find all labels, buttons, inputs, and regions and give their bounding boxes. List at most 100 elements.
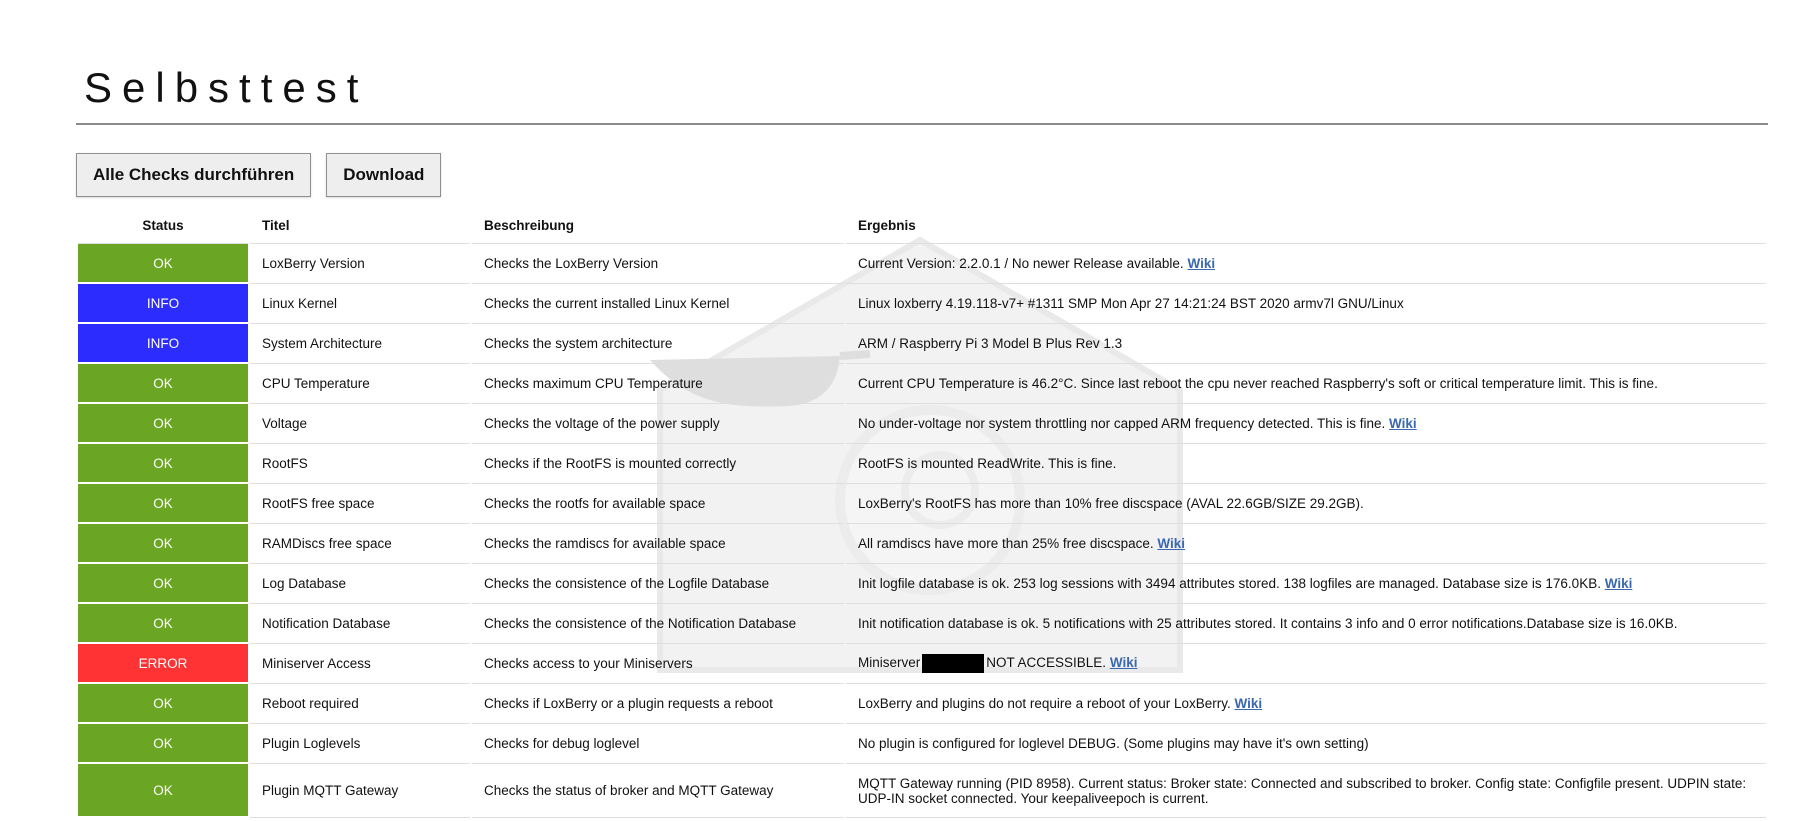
table-row: OK Plugin MQTT Gateway Checks the status o… (78, 764, 1766, 818)
result-suffix: NOT ACCESSIBLE. (986, 655, 1107, 671)
result-text: Current Version: 2.2.0.1 / No newer Rele… (858, 256, 1184, 271)
status-badge: OK (78, 444, 248, 484)
table-header-row: Status Titel Beschreibung Ergebnis (78, 207, 1766, 244)
wiki-link[interactable]: Wiki (1389, 416, 1417, 431)
table-row: OK Plugin Loglevels Checks for debug logle… (78, 724, 1766, 764)
check-result: Miniserver NOT ACCESSIBLE. Wiki (846, 644, 1766, 684)
column-header-result: Ergebnis (846, 207, 1766, 244)
table-row: INFO Linux Kernel Checks the current insta… (78, 284, 1766, 324)
check-title: CPU Temperature (250, 364, 470, 404)
result-text: MQTT Gateway running (PID 8958). Current… (858, 775, 1747, 806)
result-text: No under-voltage nor system throttling n… (858, 416, 1386, 431)
check-result: LoxBerry and plugins do not require a re… (846, 684, 1766, 724)
check-description: Checks for debug loglevel (472, 724, 844, 764)
table-row: OK RAMDiscs free space Checks the ramdiscs… (78, 524, 1766, 564)
check-description: Checks if the RootFS is mounted correctl… (472, 444, 844, 484)
result-text: All ramdiscs have more than 25% free dis… (858, 536, 1154, 551)
check-title: RAMDiscs free space (250, 524, 470, 564)
check-title: RootFS free space (250, 484, 470, 524)
check-result: No plugin is configured for loglevel DEB… (846, 724, 1766, 764)
toolbar: Alle Checks durchführen Download (76, 153, 442, 197)
check-description: Checks the status of broker and MQTT Gat… (472, 764, 844, 818)
result-text: ARM / Raspberry Pi 3 Model B Plus Rev 1.… (858, 336, 1123, 351)
result-text: Init logfile database is ok. 253 log ses… (858, 576, 1601, 591)
status-badge: OK (78, 244, 248, 284)
result-text: Linux loxberry 4.19.118-v7+ #1311 SMP Mo… (858, 296, 1404, 311)
check-result: Current Version: 2.2.0.1 / No newer Rele… (846, 244, 1766, 284)
result-text: Miniserver (858, 655, 921, 671)
status-badge: OK (78, 684, 248, 724)
redacted-miniserver-name (922, 654, 985, 673)
wiki-link[interactable]: Wiki (1187, 256, 1215, 271)
check-title: Notification Database (250, 604, 470, 644)
table-row: OK RootFS Checks if the RootFS is mounted … (78, 444, 1766, 484)
wiki-link[interactable]: Wiki (1605, 576, 1633, 591)
check-result: All ramdiscs have more than 25% free dis… (846, 524, 1766, 564)
status-badge: INFO (78, 284, 248, 324)
check-description: Checks if LoxBerry or a plugin requests … (472, 684, 844, 724)
check-title: Reboot required (250, 684, 470, 724)
table-row: OK Log Database Checks the consistence of … (78, 564, 1766, 604)
status-badge: ERROR (78, 644, 248, 684)
table-row: OK RootFS free space Checks the rootfs for… (78, 484, 1766, 524)
column-header-status: Status (78, 207, 248, 244)
check-title: Voltage (250, 404, 470, 444)
result-text: No plugin is configured for loglevel DEB… (858, 736, 1369, 751)
check-description: Checks the consistence of the Notificati… (472, 604, 844, 644)
status-badge: OK (78, 524, 248, 564)
status-badge: OK (78, 564, 248, 604)
run-all-checks-button[interactable]: Alle Checks durchführen (76, 153, 312, 197)
result-text: LoxBerry's RootFS has more than 10% free… (858, 496, 1364, 511)
wiki-link[interactable]: Wiki (1110, 655, 1138, 670)
table-row: ERROR Miniserver Access Checks access to y… (78, 644, 1766, 684)
check-description: Checks access to your Miniservers (472, 644, 844, 684)
check-result: Init notification database is ok. 5 noti… (846, 604, 1766, 644)
table-row: OK Reboot required Checks if LoxBerry or a… (78, 684, 1766, 724)
check-description: Checks the ramdiscs for available space (472, 524, 844, 564)
check-description: Checks the LoxBerry Version (472, 244, 844, 284)
page-title: Selbsttest (84, 64, 369, 111)
check-description: Checks maximum CPU Temperature (472, 364, 844, 404)
wiki-link[interactable]: Wiki (1157, 536, 1185, 551)
status-badge: OK (78, 404, 248, 444)
check-description: Checks the system architecture (472, 324, 844, 364)
result-text: LoxBerry and plugins do not require a re… (858, 696, 1231, 711)
check-description: Checks the voltage of the power supply (472, 404, 844, 444)
check-title: Plugin MQTT Gateway (250, 764, 470, 818)
download-button[interactable]: Download (326, 153, 442, 197)
table-row: OK Notification Database Checks the consis… (78, 604, 1766, 644)
status-badge: OK (78, 484, 248, 524)
check-result: ARM / Raspberry Pi 3 Model B Plus Rev 1.… (846, 324, 1766, 364)
status-badge: OK (78, 724, 248, 764)
table-row: INFO System Architecture Checks the system… (78, 324, 1766, 364)
table-row: OK Voltage Checks the voltage of the power… (78, 404, 1766, 444)
status-badge: OK (78, 364, 248, 404)
result-text: Init notification database is ok. 5 noti… (858, 616, 1678, 631)
check-result: No under-voltage nor system throttling n… (846, 404, 1766, 444)
status-badge: OK (78, 764, 248, 818)
check-result: Current CPU Temperature is 46.2°C. Since… (846, 364, 1766, 404)
check-title: RootFS (250, 444, 470, 484)
check-result: Init logfile database is ok. 253 log ses… (846, 564, 1766, 604)
check-title: Miniserver Access (250, 644, 470, 684)
check-result: MQTT Gateway running (PID 8958). Current… (846, 764, 1766, 818)
check-title: System Architecture (250, 324, 470, 364)
column-header-title: Titel (250, 207, 470, 244)
check-title: LoxBerry Version (250, 244, 470, 284)
result-text: RootFS is mounted ReadWrite. This is fin… (858, 456, 1117, 471)
table-row: OK CPU Temperature Checks maximum CPU Temp… (78, 364, 1766, 404)
wiki-link[interactable]: Wiki (1234, 696, 1262, 711)
check-result: LoxBerry's RootFS has more than 10% free… (846, 484, 1766, 524)
check-description: Checks the consistence of the Logfile Da… (472, 564, 844, 604)
status-badge: OK (78, 604, 248, 644)
check-result: RootFS is mounted ReadWrite. This is fin… (846, 444, 1766, 484)
table-row: OK LoxBerry Version Checks the LoxBerry Ve… (78, 244, 1766, 284)
result-text: Current CPU Temperature is 46.2°C. Since… (858, 376, 1658, 391)
check-title: Log Database (250, 564, 470, 604)
table-body: OK LoxBerry Version Checks the LoxBerry Ve… (78, 244, 1766, 818)
check-title: Linux Kernel (250, 284, 470, 324)
status-badge: INFO (78, 324, 248, 364)
checks-table: Status Titel Beschreibung Ergebnis OK Lox… (76, 207, 1768, 818)
column-header-description: Beschreibung (472, 207, 844, 244)
check-result: Linux loxberry 4.19.118-v7+ #1311 SMP Mo… (846, 284, 1766, 324)
